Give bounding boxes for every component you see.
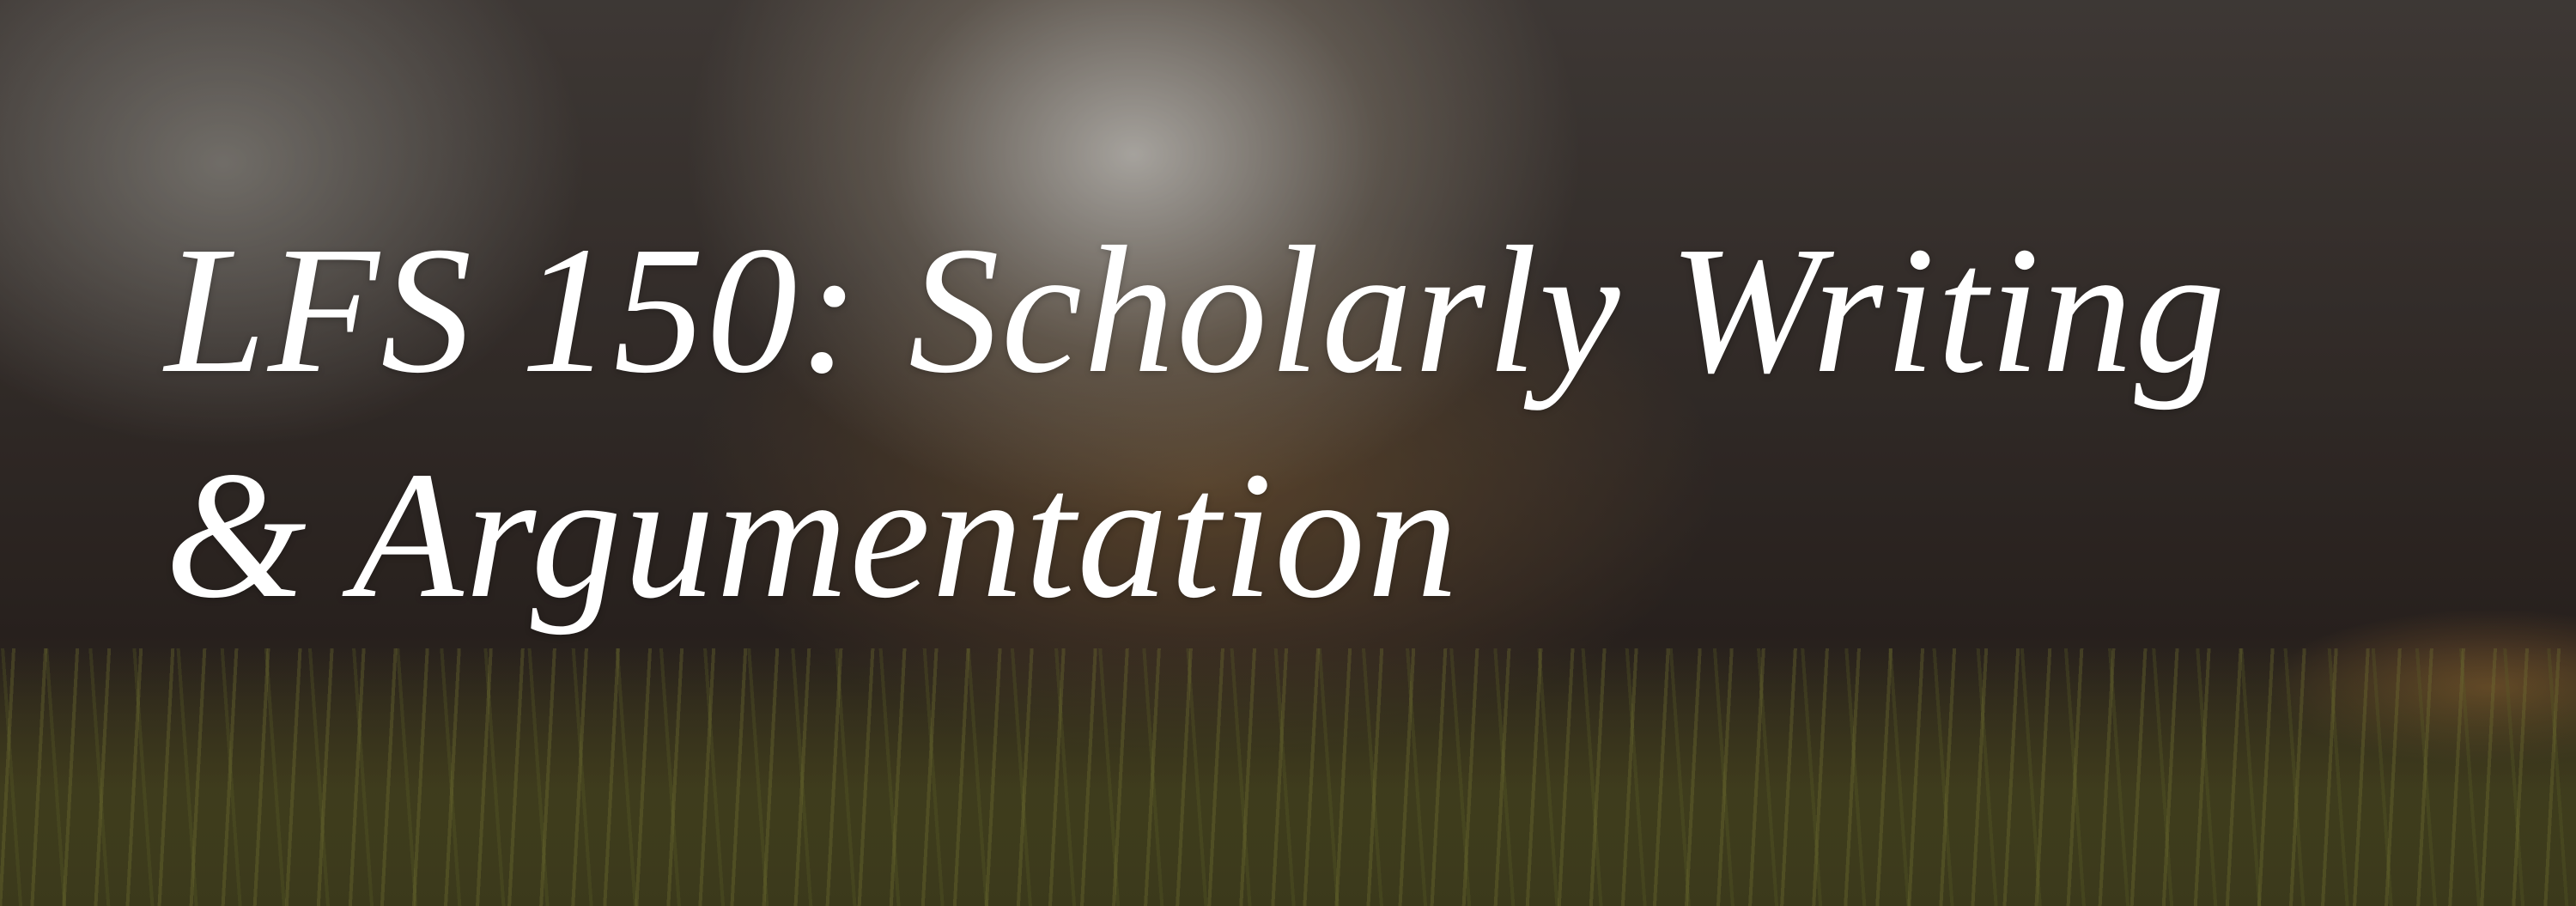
course-title-line2: & Argumentation bbox=[165, 434, 1461, 635]
course-title: LFS 150: Scholarly Writing & Argumentati… bbox=[165, 198, 2227, 648]
course-title-line1: LFS 150: Scholarly Writing bbox=[165, 209, 2227, 410]
course-banner: LFS 150: Scholarly Writing & Argumentati… bbox=[0, 0, 2576, 906]
